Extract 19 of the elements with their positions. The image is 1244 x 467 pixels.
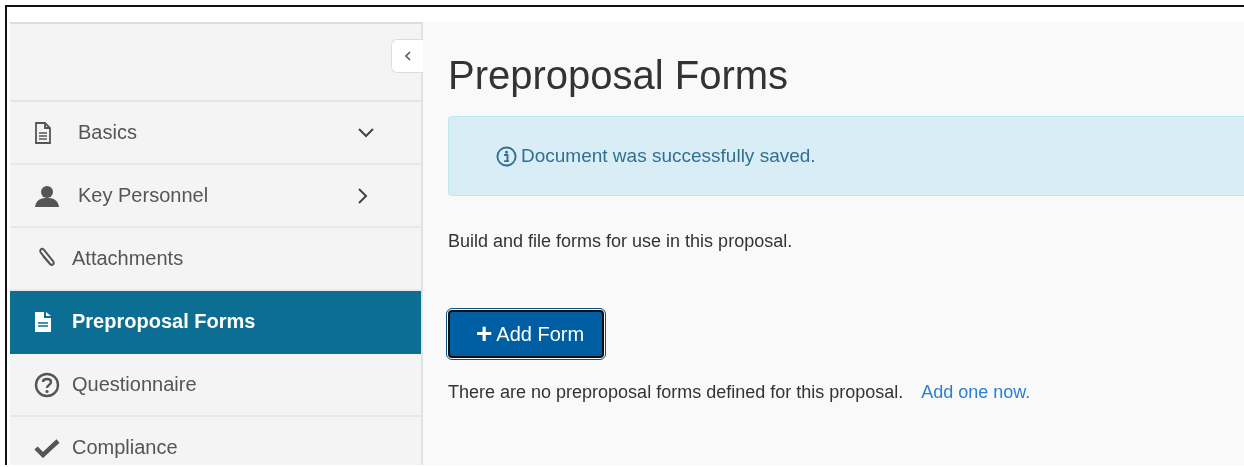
add-form-button[interactable]: +Add Form <box>448 310 605 358</box>
document-icon <box>34 310 52 333</box>
empty-message: There are no preproposal forms defined for this proposal. <box>448 382 904 403</box>
info-icon <box>496 145 517 167</box>
sidebar-item[interactable]: Compliance <box>10 417 421 467</box>
document-icon <box>34 121 52 144</box>
person-icon <box>34 184 60 207</box>
collapse-button[interactable] <box>391 39 423 73</box>
question-icon <box>34 371 60 398</box>
page-title: Preproposal Forms <box>448 52 790 98</box>
description-text: Build and file forms for use in this proposal. <box>448 231 794 252</box>
sidebar-item[interactable]: Preproposal Forms <box>10 291 421 354</box>
alert-message: Document was successfully saved. <box>521 145 816 167</box>
sidebar-item[interactable]: Questionnaire <box>10 354 421 417</box>
sidebar-item[interactable]: Key Personnel <box>10 165 421 228</box>
sidebar-item[interactable]: Basics <box>10 102 421 165</box>
checkmark-icon <box>34 437 60 458</box>
add-one-now-link[interactable]: Add one now. <box>921 382 1031 403</box>
chevron-left-icon <box>403 51 412 61</box>
